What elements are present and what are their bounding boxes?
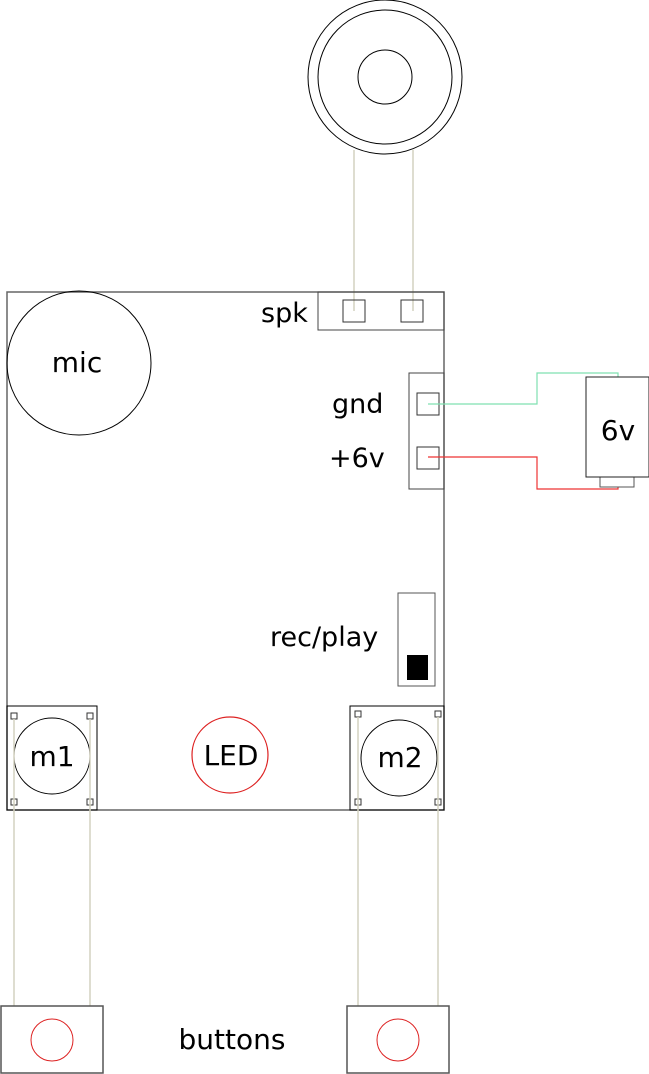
m1-pin-tl <box>10 712 18 720</box>
push-button-2-body <box>346 1005 450 1074</box>
m2-pin-tl <box>354 710 362 718</box>
wiring-diagram: spk mic gnd +6v 6v rec/play m1 LED m2 bu… <box>0 0 649 1074</box>
push-button-1 <box>0 1005 104 1074</box>
speaker-pin-2 <box>400 299 424 323</box>
push-button-1-body <box>0 1005 104 1074</box>
battery: 6v <box>585 376 649 488</box>
m1-pin-tr <box>86 712 94 720</box>
plus6v-label: +6v <box>329 443 385 474</box>
battery-terminal <box>599 475 635 488</box>
microphone: mic <box>6 290 152 436</box>
speaker <box>307 0 463 155</box>
mic-label: mic <box>52 346 102 379</box>
speaker-cone <box>357 49 413 105</box>
battery-label: 6v <box>601 414 635 447</box>
buttons-label: buttons <box>179 1023 286 1056</box>
rec-play-switch: rec/play <box>270 592 436 687</box>
speaker-inner-ring <box>317 9 453 145</box>
m2-label: m2 <box>377 741 422 774</box>
led-label: LED <box>204 739 259 772</box>
push-button-2 <box>346 1005 450 1074</box>
speaker-connector: spk <box>261 291 445 331</box>
speaker-connector-housing <box>317 291 445 331</box>
plus6v-pin <box>416 446 440 470</box>
gnd-label: gnd <box>332 389 383 420</box>
switch-slider <box>407 655 428 680</box>
power-connector-housing <box>408 372 445 490</box>
power-connector: gnd +6v <box>329 372 445 490</box>
led: LED <box>191 716 269 794</box>
speaker-outer-ring <box>307 0 463 155</box>
m1-button-pad: m1 <box>6 705 98 811</box>
m2-button-pad: m2 <box>349 705 445 811</box>
speaker-connector-label: spk <box>261 298 308 329</box>
m2-pin-tr <box>434 710 442 718</box>
m1-label: m1 <box>29 740 74 773</box>
rec-play-label: rec/play <box>270 622 378 653</box>
